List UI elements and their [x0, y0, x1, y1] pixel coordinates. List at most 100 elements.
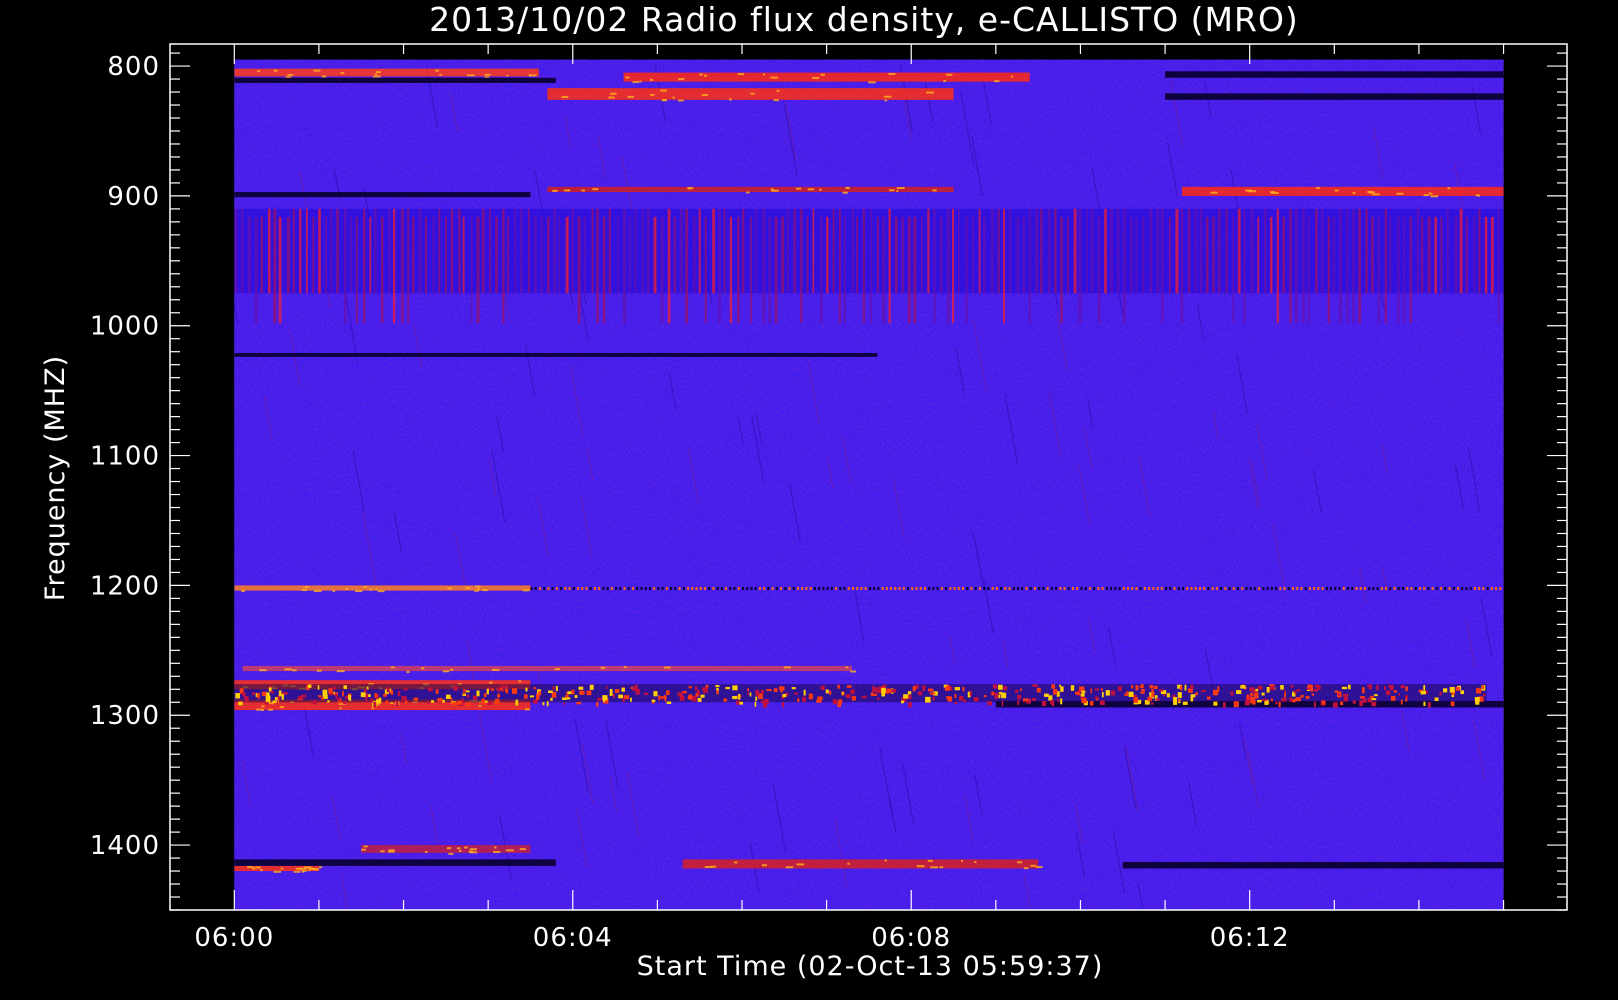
interference-stripe	[583, 216, 586, 294]
burst-pixel	[1290, 685, 1294, 688]
emission-speck	[241, 589, 245, 592]
emission-speck	[292, 669, 297, 672]
emission-speck	[994, 80, 1000, 83]
burst-pixel	[1137, 699, 1142, 705]
interference-stripe	[520, 208, 523, 294]
emission-speck	[363, 845, 368, 848]
dotted-line-segment	[767, 587, 770, 591]
burst-pixel	[497, 693, 500, 698]
dotted-line-segment	[606, 587, 609, 591]
burst-pixel	[466, 702, 471, 707]
interference-stripe	[1339, 208, 1342, 324]
dotted-line-segment	[1402, 587, 1404, 591]
interference-stripe	[1142, 216, 1145, 294]
emission-speck	[261, 705, 265, 708]
burst-pixel	[1128, 691, 1134, 697]
burst-pixel	[829, 690, 832, 695]
interference-stripe	[1149, 208, 1153, 294]
burst-pixel	[476, 690, 480, 697]
burst-pixel	[946, 696, 952, 699]
interference-stripe	[1175, 208, 1179, 294]
burst-pixel	[962, 686, 965, 692]
emission-speck	[439, 73, 442, 76]
interference-stripe	[432, 216, 435, 294]
burst-pixel	[578, 686, 584, 690]
burst-pixel	[973, 697, 979, 702]
emission-speck	[729, 98, 732, 101]
interference-stripe	[299, 208, 302, 294]
interference-stripe	[273, 208, 277, 324]
emission-speck	[332, 589, 336, 592]
emission-speck	[257, 70, 261, 73]
burst-pixel	[621, 687, 625, 692]
interference-stripe	[553, 208, 556, 294]
emission-speck	[776, 89, 780, 92]
burst-pixel	[1244, 700, 1250, 706]
burst-pixel	[1342, 693, 1349, 697]
interference-stripe	[718, 208, 721, 324]
dotted-line-segment	[1380, 587, 1383, 591]
burst-pixel	[1166, 693, 1170, 698]
interference-stripe	[1009, 208, 1012, 294]
interference-stripe	[1365, 208, 1368, 294]
burst-pixel	[523, 694, 528, 699]
emission-speck	[1447, 187, 1451, 190]
interference-stripe	[1161, 208, 1164, 324]
emission-speck	[1334, 189, 1339, 192]
burst-pixel	[1246, 694, 1249, 700]
dotted-line-segment	[1177, 587, 1180, 591]
burst-pixel	[481, 698, 486, 705]
dotted-line-segment	[1110, 587, 1113, 591]
dotted-line-segment	[907, 587, 909, 591]
burst-pixel	[1483, 693, 1486, 696]
dotted-line-segment	[623, 587, 626, 591]
dotted-line-segment	[534, 587, 537, 591]
interference-stripe	[634, 208, 637, 294]
burst-pixel	[1289, 697, 1293, 702]
burst-pixel	[1089, 701, 1094, 706]
burst-pixel	[1140, 691, 1145, 694]
burst-pixel	[816, 699, 822, 703]
burst-pixel	[677, 692, 684, 697]
burst-pixel	[1240, 685, 1246, 689]
interference-stripe	[1003, 208, 1006, 324]
burst-pixel	[1155, 698, 1160, 701]
interference-stripe	[571, 208, 574, 294]
emission-speck	[1368, 191, 1376, 194]
burst-pixel	[1124, 693, 1129, 696]
interference-stripe	[1028, 208, 1031, 324]
emission-speck	[260, 869, 263, 872]
burst-pixel	[1206, 696, 1211, 700]
burst-pixel	[773, 688, 778, 692]
interference-stripe	[608, 208, 611, 294]
burst-pixel	[1060, 698, 1063, 705]
interference-stripe	[1110, 208, 1113, 294]
emission-speck	[1036, 866, 1043, 869]
interference-stripe	[723, 208, 726, 294]
interference-stripe	[667, 208, 671, 324]
burst-pixel	[466, 694, 470, 698]
burst-pixel	[261, 691, 267, 697]
burst-pixel	[928, 688, 934, 692]
interference-stripe	[1465, 216, 1468, 294]
interference-stripe	[1016, 216, 1019, 294]
emission-speck	[376, 71, 381, 74]
dotted-line-segment	[1486, 587, 1489, 591]
dotted-line-segment	[687, 587, 689, 591]
burst-pixel	[281, 693, 284, 700]
emission-speck	[1371, 193, 1380, 196]
emission-speck	[842, 191, 848, 194]
interference-stripe	[1078, 208, 1082, 324]
interference-stripe	[997, 208, 1000, 294]
interference-stripe	[693, 216, 696, 294]
emission-speck	[464, 846, 468, 849]
burst-pixel	[666, 701, 672, 704]
emission-speck	[287, 74, 294, 77]
emission-speck	[660, 89, 667, 92]
burst-pixel	[1439, 691, 1442, 696]
dotted-line-segment	[1042, 587, 1045, 591]
burst-pixel	[900, 700, 905, 704]
burst-pixel	[1367, 697, 1372, 703]
burst-pixel	[1003, 686, 1008, 691]
burst-pixel	[451, 702, 457, 706]
